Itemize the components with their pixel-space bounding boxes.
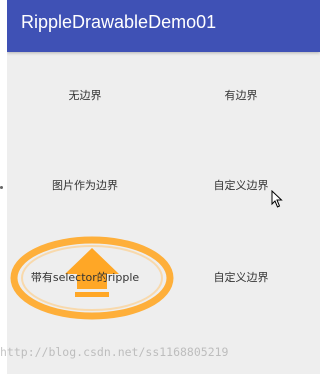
app-title: RippleDrawableDemo01 [21, 12, 217, 32]
no-border-ripple-button[interactable]: 无边界 [7, 74, 163, 116]
bordered-ripple-button[interactable]: 有边界 [163, 74, 319, 116]
app-bar: RippleDrawableDemo01 [7, 0, 320, 52]
image-border-ripple-button[interactable]: 图片作为边界 [7, 164, 163, 206]
image-border-ripple-label: 图片作为边界 [52, 179, 118, 192]
no-border-ripple-label: 无边界 [68, 89, 102, 102]
custom-border-ripple-button-2[interactable]: 自定义边界 [163, 256, 319, 298]
bordered-ripple-label: 有边界 [224, 89, 258, 102]
custom-border-ripple-button[interactable]: 自定义边界 [163, 164, 319, 206]
selector-ripple-label: 带有selector的ripple [30, 271, 140, 284]
custom-border-ripple-label: 自定义边界 [213, 179, 269, 192]
selector-ripple-button[interactable]: 带有selector的ripple [7, 256, 163, 298]
custom-border-ripple-label-2: 自定义边界 [213, 271, 269, 284]
screen-edge-marker [0, 186, 3, 189]
app-window: RippleDrawableDemo01 无边界 有边界 图片作为边界 自定义边… [7, 0, 320, 374]
